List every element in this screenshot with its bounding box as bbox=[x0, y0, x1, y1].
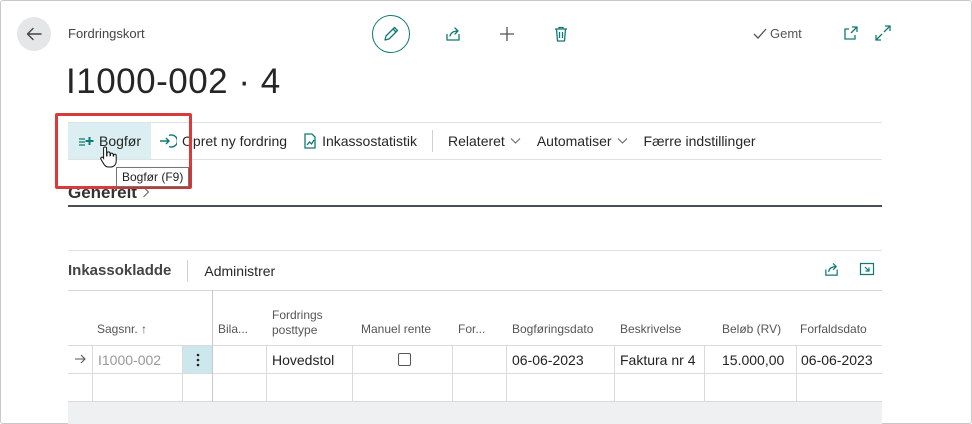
arrow-left-icon bbox=[26, 27, 42, 41]
grid-col-divider bbox=[506, 345, 507, 402]
related-menu[interactable]: Relateret bbox=[440, 123, 529, 159]
open-new-window-button[interactable] bbox=[842, 24, 860, 42]
plus-icon bbox=[500, 27, 514, 41]
grid-col-divider bbox=[704, 345, 705, 402]
chevron-down-icon bbox=[617, 138, 627, 144]
col-header-amount[interactable]: Beløb (RV) bbox=[722, 322, 781, 337]
more-vertical-icon bbox=[196, 353, 199, 366]
tooltip: Bogfør (F9) bbox=[116, 167, 190, 187]
col-header-description[interactable]: Beskrivelse bbox=[620, 322, 681, 337]
cell-case-no[interactable]: I1000-002 bbox=[98, 352, 161, 368]
related-label: Relateret bbox=[448, 133, 505, 149]
action-bar: Bogfør Opret ny fordring Inkassostatisti… bbox=[68, 122, 882, 160]
grid-row-divider bbox=[68, 373, 882, 374]
expand-icon bbox=[875, 25, 891, 41]
col-header-posting-date[interactable]: Bogføringsdato bbox=[512, 322, 593, 337]
page-title: I1000-002 · 4 bbox=[66, 62, 281, 101]
col-header-claim-type-line2: posttype bbox=[272, 323, 318, 337]
grid-frozen-divider bbox=[212, 290, 213, 402]
edit-button[interactable] bbox=[372, 15, 410, 53]
share-button[interactable] bbox=[442, 23, 464, 45]
fewer-options-button[interactable]: Færre indstillinger bbox=[636, 123, 764, 159]
subpage-toolbar: Inkassokladde Administrer bbox=[68, 250, 882, 290]
subpage-icons bbox=[822, 260, 876, 278]
subpage-separator bbox=[187, 259, 189, 282]
grid-col-divider bbox=[614, 345, 615, 402]
grid-footer-area bbox=[68, 402, 882, 424]
new-button[interactable] bbox=[496, 23, 518, 45]
grid-col-divider bbox=[266, 345, 267, 402]
enter-icon bbox=[160, 134, 178, 148]
post-icon bbox=[79, 137, 94, 146]
grid-col-divider bbox=[352, 345, 353, 402]
row-menu-button[interactable] bbox=[183, 346, 212, 373]
expand-button[interactable] bbox=[874, 24, 892, 42]
grid-col-divider bbox=[796, 345, 797, 402]
open-new-window-icon bbox=[844, 26, 858, 40]
col-header-claim-type-line1: Fordrings bbox=[272, 308, 323, 322]
subpage-share-button[interactable] bbox=[822, 260, 840, 278]
grid-col-divider bbox=[92, 345, 93, 402]
subpage-title: Inkassokladde bbox=[68, 262, 172, 279]
chevron-down-icon bbox=[510, 138, 521, 144]
collection-stats-button[interactable]: Inkassostatistik bbox=[295, 123, 425, 159]
breadcrumb: Fordringskort bbox=[68, 26, 145, 41]
hand-cursor-icon bbox=[100, 146, 117, 168]
manual-interest-checkbox[interactable] bbox=[398, 353, 411, 366]
delete-button[interactable] bbox=[550, 23, 572, 45]
col-header-case-no[interactable]: Sagsnr. ↑ bbox=[97, 322, 147, 337]
automate-menu[interactable]: Automatiser bbox=[529, 123, 636, 159]
cell-due-date[interactable]: 06-06-2023 bbox=[801, 352, 873, 368]
back-button[interactable] bbox=[17, 17, 51, 51]
cell-posting-date[interactable]: 06-06-2023 bbox=[512, 352, 584, 368]
cell-claim-type[interactable]: Hovedstol bbox=[272, 352, 334, 368]
cell-description[interactable]: Faktura nr 4 bbox=[620, 352, 695, 368]
trash-icon bbox=[555, 26, 567, 42]
col-header-bila[interactable]: Bila... bbox=[218, 322, 248, 337]
header-actions bbox=[372, 15, 572, 53]
new-claim-button[interactable]: Opret ny fordring bbox=[151, 123, 295, 159]
fewer-options-label: Færre indstillinger bbox=[643, 133, 756, 149]
manage-button[interactable]: Administrer bbox=[204, 263, 275, 279]
col-header-due-date[interactable]: Forfaldsdato bbox=[800, 322, 867, 337]
new-claim-label: Opret ny fordring bbox=[182, 133, 288, 149]
col-header-claim-type[interactable]: Fordrings posttype bbox=[272, 308, 323, 338]
saved-label: Gemt bbox=[770, 26, 802, 41]
share-icon bbox=[446, 27, 460, 41]
checkmark-icon bbox=[753, 28, 767, 39]
pencil-icon bbox=[384, 26, 399, 41]
col-header-for[interactable]: For... bbox=[458, 322, 485, 337]
collection-stats-label: Inkassostatistik bbox=[322, 133, 418, 149]
col-header-manual-interest[interactable]: Manuel rente bbox=[361, 322, 431, 337]
expand-pane-icon bbox=[859, 262, 875, 276]
grid-col-divider bbox=[452, 345, 453, 402]
action-separator bbox=[432, 130, 434, 152]
automate-label: Automatiser bbox=[536, 133, 612, 149]
cell-amount[interactable]: 15.000,00 bbox=[722, 352, 784, 368]
row-indicator-arrow-icon bbox=[75, 354, 86, 364]
grid-row-divider bbox=[68, 401, 882, 402]
section-divider bbox=[68, 205, 882, 207]
saved-status: Gemt bbox=[753, 26, 802, 41]
subpage-expand-button[interactable] bbox=[858, 260, 876, 278]
stats-icon bbox=[304, 133, 316, 149]
chevron-right-icon bbox=[142, 186, 149, 198]
share-icon bbox=[824, 262, 838, 276]
window-controls bbox=[842, 24, 892, 42]
